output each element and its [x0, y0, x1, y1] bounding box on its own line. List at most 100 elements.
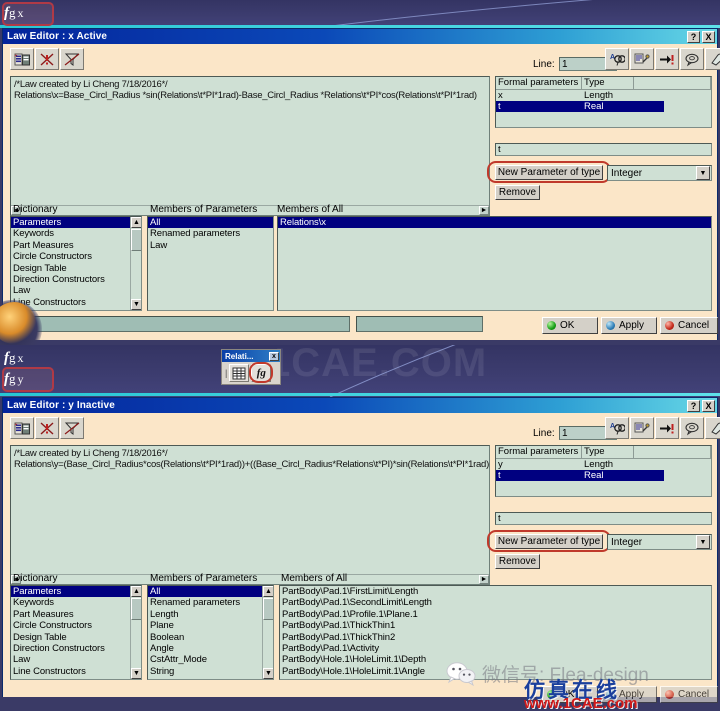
remove-button[interactable]: Remove: [495, 185, 540, 200]
scroll-down-arrow[interactable]: ▼: [131, 299, 141, 310]
dictionary-scrollbar[interactable]: ▲ ▼: [130, 586, 141, 679]
members-parameters-item[interactable]: All: [148, 217, 273, 229]
members-all-item[interactable]: PartBody\Pad.1\ThickThin2: [280, 632, 711, 643]
members-all-item[interactable]: PartBody\Pad.1\ThickThin1: [280, 620, 711, 631]
dictionary-item[interactable]: Parameters: [11, 586, 141, 598]
add-parameter-icon[interactable]: +: [10, 48, 34, 70]
remove-button[interactable]: Remove: [495, 554, 540, 569]
members-parameters-item[interactable]: Angle: [148, 643, 273, 654]
comment-icon[interactable]: [680, 48, 704, 70]
scroll-up-arrow[interactable]: ▲: [131, 586, 141, 597]
law-code-editor-x[interactable]: /*Law created by Li Cheng 7/18/2016*/ Re…: [10, 76, 490, 216]
bottom-field-left-x[interactable]: [10, 316, 350, 332]
members-parameters-item[interactable]: All: [148, 586, 273, 598]
delete-error-icon[interactable]: [35, 417, 59, 439]
dictionary-item[interactable]: Line Constructors: [11, 666, 141, 677]
parameter-value-field-y[interactable]: t: [495, 512, 712, 525]
new-parameter-of-type-button[interactable]: New Parameter of type: [495, 165, 603, 180]
dictionary-scrollbar[interactable]: ▲ ▼: [130, 217, 141, 310]
find-icon[interactable]: A: [605, 48, 629, 70]
goto-line-icon[interactable]: [655, 48, 679, 70]
law-editor-y-titlebar[interactable]: Law Editor : y Inactive ? X: [3, 398, 717, 413]
formal-parameter-row[interactable]: t Real: [496, 470, 664, 481]
erase-icon[interactable]: [705, 48, 720, 70]
members-parameters-item[interactable]: CstAttr_Mode: [148, 654, 273, 665]
formal-parameter-row[interactable]: t Real: [496, 101, 664, 112]
replace-icon[interactable]: [630, 48, 654, 70]
dictionary-item[interactable]: Design Table: [11, 263, 141, 274]
members-parameters-item[interactable]: Plane: [148, 620, 273, 631]
cancel-button-x[interactable]: Cancel: [660, 317, 718, 334]
new-parameter-of-type-button[interactable]: New Parameter of type: [495, 534, 603, 549]
tree-item-fgx-2[interactable]: fg x: [4, 349, 24, 367]
dictionary-item[interactable]: Part Measures: [11, 240, 141, 251]
close-button[interactable]: X: [702, 399, 715, 412]
tree-item-fgx[interactable]: fg x: [4, 4, 24, 22]
chevron-down-icon[interactable]: ▼: [696, 535, 710, 549]
members-of-all-list-x[interactable]: Relations\x: [277, 216, 712, 311]
parameter-value-field-x[interactable]: t: [495, 143, 712, 156]
members-parameters-item[interactable]: Length: [148, 609, 273, 620]
parameter-type-combo-x[interactable]: Integer ▼: [607, 165, 712, 181]
members-parameters-item[interactable]: String: [148, 666, 273, 677]
dictionary-item[interactable]: Law: [11, 654, 141, 665]
chevron-down-icon[interactable]: ▼: [696, 166, 710, 180]
table-icon[interactable]: [229, 364, 250, 382]
help-button[interactable]: ?: [687, 399, 700, 412]
close-button[interactable]: X: [702, 30, 715, 43]
members-parameters-scrollbar[interactable]: ▲ ▼: [262, 586, 273, 679]
formal-parameters-grid-y[interactable]: Formal parameters Type y Length t Real: [495, 445, 712, 497]
members-all-item[interactable]: PartBody\Pad.1\Activity: [280, 643, 711, 654]
relations-toolbar-titlebar[interactable]: Relati... x: [222, 350, 280, 362]
add-parameter-icon[interactable]: +: [10, 417, 34, 439]
scroll-right-arrow[interactable]: ►: [479, 206, 489, 215]
formal-parameter-row[interactable]: x Length: [496, 90, 711, 101]
relations-toolbar[interactable]: Relati... x | fg: [221, 349, 281, 385]
members-parameters-item[interactable]: Renamed parameters: [148, 228, 273, 239]
tree-item-fgy[interactable]: fg y: [4, 370, 24, 388]
formal-parameter-row[interactable]: y Length: [496, 459, 711, 470]
members-all-item[interactable]: Relations\x: [278, 217, 711, 229]
ok-button-x[interactable]: OK: [542, 317, 598, 334]
filter-icon[interactable]: [60, 417, 84, 439]
members-all-item[interactable]: PartBody\Pad.1\Profile.1\Plane.1: [280, 609, 711, 620]
dictionary-item[interactable]: Keywords: [11, 228, 141, 239]
goto-line-icon[interactable]: [655, 417, 679, 439]
find-icon[interactable]: A: [605, 417, 629, 439]
dictionary-item[interactable]: Parameters: [11, 217, 141, 229]
scroll-down-arrow[interactable]: ▼: [263, 668, 273, 679]
bottom-field-right-x[interactable]: [356, 316, 483, 332]
replace-icon[interactable]: [630, 417, 654, 439]
help-button[interactable]: ?: [687, 30, 700, 43]
dictionary-item[interactable]: Circle Constructors: [11, 620, 141, 631]
scrollbar-thumb[interactable]: [263, 598, 273, 620]
dictionary-item[interactable]: Direction Constructors: [11, 274, 141, 285]
members-parameters-item[interactable]: Boolean: [148, 632, 273, 643]
apply-button-x[interactable]: Apply: [601, 317, 657, 334]
members-parameters-item[interactable]: Renamed parameters: [148, 597, 273, 608]
dictionary-item[interactable]: Circle Constructors: [11, 251, 141, 262]
scrollbar-thumb[interactable]: [131, 598, 141, 620]
formal-parameters-grid-x[interactable]: Formal parameters Type x Length t Real: [495, 76, 712, 128]
dictionary-list-y[interactable]: Parameters Keywords Part Measures Circle Co…: [10, 585, 142, 680]
dictionary-item[interactable]: Keywords: [11, 597, 141, 608]
dictionary-item[interactable]: Design Table: [11, 632, 141, 643]
dictionary-item[interactable]: Direction Constructors: [11, 643, 141, 654]
fg-formula-icon[interactable]: fg: [249, 362, 274, 383]
comment-icon[interactable]: [680, 417, 704, 439]
close-icon[interactable]: x: [269, 351, 279, 361]
dictionary-list-x[interactable]: Parameters Keywords Part Measures Circle Co…: [10, 216, 142, 311]
scroll-down-arrow[interactable]: ▼: [131, 668, 141, 679]
delete-error-icon[interactable]: [35, 48, 59, 70]
scroll-up-arrow[interactable]: ▲: [131, 217, 141, 228]
scroll-up-arrow[interactable]: ▲: [263, 586, 273, 597]
parameter-type-combo-y[interactable]: Integer ▼: [607, 534, 712, 550]
members-all-item[interactable]: PartBody\Pad.1\FirstLimit\Length: [280, 586, 711, 597]
members-of-parameters-list-y[interactable]: All Renamed parameters Length Plane Boolean A…: [147, 585, 274, 680]
scrollbar-thumb[interactable]: [131, 229, 141, 251]
members-parameters-item[interactable]: Law: [148, 240, 273, 251]
members-of-parameters-list-x[interactable]: All Renamed parameters Law: [147, 216, 274, 311]
dictionary-item[interactable]: Law: [11, 285, 141, 296]
dictionary-item[interactable]: Part Measures: [11, 609, 141, 620]
law-code-editor-y[interactable]: /*Law created by Li Cheng 7/18/2016*/ Re…: [10, 445, 490, 585]
